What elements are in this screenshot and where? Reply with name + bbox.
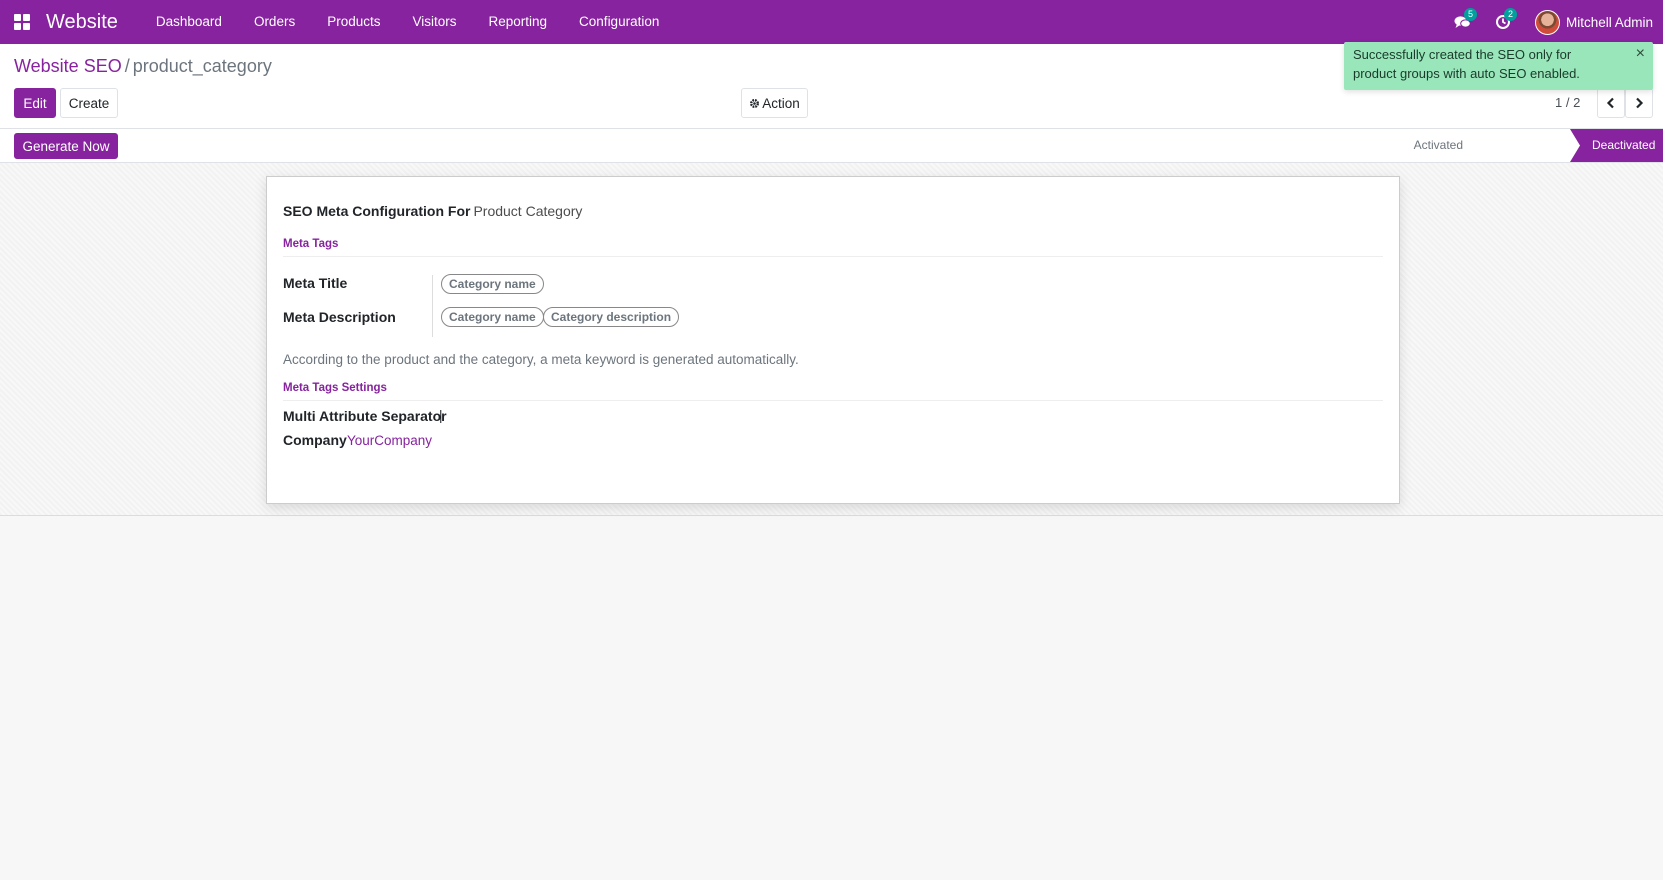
messages-button[interactable]: 5 [1443,0,1483,44]
form-statusbar: Generate Now Activated Deactivated [0,129,1663,163]
breadcrumb-separator: / [124,56,130,76]
top-navbar: Website Dashboard Orders Products Visito… [0,0,1663,44]
stage-activated[interactable]: Activated [1414,129,1463,162]
meta-title-label: Meta Title [283,275,348,291]
form-view: SEO Meta Configuration For Product Catego… [0,163,1663,516]
company-label: Company [283,432,347,448]
breadcrumb-parent-link[interactable]: Website SEO [14,56,122,76]
user-avatar [1534,9,1560,35]
action-button-label: Action [762,95,800,111]
pager-previous-button[interactable] [1597,88,1625,118]
notification-message: Successfully created the SEO only for pr… [1353,47,1580,81]
pager-value[interactable]: 1 / 2 [1555,95,1580,110]
menu-visitors[interactable]: Visitors [396,0,472,44]
apps-menu-icon[interactable] [14,14,30,30]
breadcrumb: Website SEO / product_category [14,56,272,77]
meta-tags-settings-title: Meta Tags Settings [283,382,387,394]
breadcrumb-current: product_category [132,56,272,76]
form-heading: SEO Meta Configuration For Product Catego… [283,203,582,219]
heading-label: SEO Meta Configuration For [283,203,471,219]
user-menu[interactable]: Mitchell Admin [1534,9,1653,35]
generate-now-button[interactable]: Generate Now [14,133,118,159]
activities-count-badge: 2 [1503,8,1517,21]
edit-button[interactable]: Edit [14,88,56,118]
heading-value: Product Category [473,203,583,219]
menu-products[interactable]: Products [311,0,396,44]
chevron-right-icon [1636,97,1644,109]
app-brand[interactable]: Website [46,11,118,34]
messages-count-badge: 5 [1463,8,1477,21]
settings-divider [283,400,1383,401]
create-button[interactable]: Create [60,88,118,118]
field-divider [432,275,433,337]
multi-attribute-separator-value: | [439,408,443,423]
activities-button[interactable]: 2 [1483,0,1523,44]
multi-attribute-separator-label: Multi Attribute Separator [283,408,447,424]
gear-icon [750,98,760,108]
user-name: Mitchell Admin [1565,14,1653,30]
chevron-left-icon [1606,97,1614,109]
company-link[interactable]: YourCompany [347,433,432,448]
meta-description-tag[interactable]: Category name [441,307,544,327]
menu-dashboard[interactable]: Dashboard [140,0,238,44]
meta-tags-section-title: Meta Tags [283,238,339,250]
menu-orders[interactable]: Orders [238,0,311,44]
meta-keyword-help-text: According to the product and the categor… [283,352,799,367]
menu-reporting[interactable]: Reporting [473,0,564,44]
pager-next-button[interactable] [1625,88,1653,118]
close-icon[interactable]: × [1636,44,1645,63]
meta-description-label: Meta Description [283,309,396,325]
form-sheet: SEO Meta Configuration For Product Catego… [266,176,1400,504]
stage-deactivated[interactable]: Deactivated [1570,129,1663,162]
menu-configuration[interactable]: Configuration [563,0,675,44]
action-button[interactable]: Action [741,88,808,118]
meta-title-tag[interactable]: Category name [441,274,544,294]
success-notification: Successfully created the SEO only for pr… [1344,42,1653,90]
meta-tags-divider [283,256,1383,257]
meta-description-tag[interactable]: Category description [543,307,680,327]
